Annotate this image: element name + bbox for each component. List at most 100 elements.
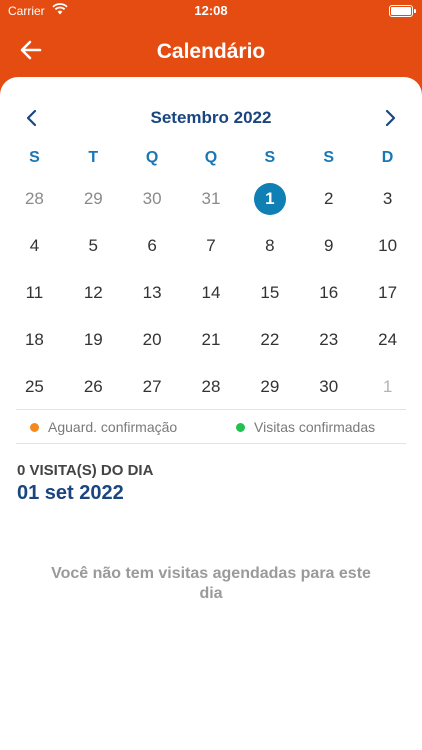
legend-confirmed: Visitas confirmadas (236, 419, 375, 435)
calendar-day[interactable]: 11 (5, 269, 64, 316)
content-sheet: Setembro 2022 S T Q Q S S D 28 29 30 31 1 2 3 4… (0, 77, 422, 750)
calendar-day[interactable]: 27 (123, 363, 182, 410)
calendar-day[interactable]: 12 (64, 269, 123, 316)
calendar-day-number: 8 (265, 235, 275, 255)
calendar-day[interactable]: 13 (123, 269, 182, 316)
calendar-day[interactable]: 18 (5, 316, 64, 363)
calendar-day-number: 2 (323, 188, 334, 208)
calendar-day[interactable]: 29 (64, 175, 123, 222)
calendar-day[interactable]: 23 (299, 316, 358, 363)
calendar-day-number: 27 (142, 376, 162, 396)
weekday-label: D (381, 149, 394, 166)
empty-state-message: Você não tem visitas agendadas para este… (51, 565, 371, 602)
calendar-day-number: 7 (206, 235, 216, 255)
calendar-day[interactable]: 25 (5, 363, 64, 410)
calendar-day[interactable]: 6 (123, 222, 182, 269)
legend-pending-label: Aguard. confirmação (48, 419, 178, 435)
calendar-day[interactable]: 3 (358, 175, 417, 222)
calendar-week-row: 18 19 20 21 22 23 24 (5, 316, 417, 363)
calendar-day-number: 6 (147, 235, 157, 255)
calendar-week-row: 28 29 30 31 1 2 3 (5, 175, 417, 222)
calendar-day-number: 15 (260, 282, 280, 302)
calendar-day[interactable]: 24 (358, 316, 417, 363)
visits-count: 0 VISITA(S) DO DIA (17, 462, 154, 479)
calendar-day-number: 29 (83, 188, 103, 208)
navigation-bar: Calendário (0, 22, 422, 78)
legend-pending: Aguard. confirmação (30, 419, 177, 435)
calendar-day[interactable]: 17 (358, 269, 417, 316)
calendar-day-number: 22 (260, 329, 280, 349)
calendar-day-number: 31 (201, 188, 221, 208)
calendar-day-number: 25 (24, 376, 44, 396)
month-label: Setembro 2022 (150, 108, 272, 127)
calendar-day[interactable]: 22 (240, 316, 299, 363)
calendar-day[interactable]: 31 (182, 175, 241, 222)
calendar-day-number: 1 (382, 376, 393, 396)
calendar-day[interactable]: 28 (5, 175, 64, 222)
calendar-day[interactable]: 19 (64, 316, 123, 363)
calendar-day[interactable]: 7 (182, 222, 241, 269)
calendar-day-number: 30 (142, 188, 162, 208)
calendar-day[interactable]: 28 (182, 363, 241, 410)
calendar-day-number: 17 (378, 282, 398, 302)
calendar-week-row: 4 5 6 7 8 9 10 (5, 222, 417, 269)
calendar-day-number: 23 (319, 329, 339, 349)
weekday-label: T (88, 149, 99, 166)
calendar-day[interactable]: 8 (240, 222, 299, 269)
calendar-day[interactable]: 14 (182, 269, 241, 316)
calendar-week-row: 25 26 27 28 29 30 1 (5, 363, 417, 410)
calendar-day-number: 1 (253, 182, 286, 215)
calendar-day-number: 19 (83, 329, 103, 349)
calendar-day[interactable]: 10 (358, 222, 417, 269)
calendar-day[interactable]: 21 (182, 316, 241, 363)
calendar-week-row: 11 12 13 14 15 16 17 (5, 269, 417, 316)
weekday-label: Q (145, 149, 159, 166)
calendar-day[interactable]: 4 (5, 222, 64, 269)
chevron-right-icon (385, 109, 396, 127)
calendar-day-number: 21 (201, 329, 221, 349)
calendar-day-number: 26 (83, 376, 103, 396)
calendar-day-number: 18 (24, 329, 44, 349)
calendar-day-number: 20 (142, 329, 162, 349)
calendar-day[interactable]: 20 (123, 316, 182, 363)
pending-dot-icon (30, 422, 39, 432)
weekday-label: S (29, 149, 40, 166)
battery-icon (389, 5, 416, 17)
weekday-label: S (323, 149, 335, 166)
calendar-day-number: 4 (29, 235, 40, 255)
calendar-day-number: 11 (25, 282, 44, 302)
calendar-day-number: 16 (319, 282, 339, 302)
calendar-day-number: 9 (323, 235, 334, 255)
calendar-day[interactable]: 2 (299, 175, 358, 222)
calendar-day-number: 14 (201, 282, 221, 302)
month-header: Setembro 2022 (0, 105, 422, 131)
calendar-day[interactable]: 30 (123, 175, 182, 222)
confirmed-dot-icon (236, 422, 245, 432)
calendar-day[interactable]: 9 (299, 222, 358, 269)
calendar-day-selected[interactable]: 1 (240, 175, 299, 222)
calendar-day[interactable]: 5 (64, 222, 123, 269)
calendar-day-number: 12 (83, 282, 103, 302)
legend-confirmed-label: Visitas confirmadas (254, 419, 376, 435)
calendar-day-number: 29 (260, 376, 280, 396)
calendar-day[interactable]: 16 (299, 269, 358, 316)
weekday-label: Q (204, 149, 218, 166)
weekday-label: S (264, 149, 276, 166)
next-month-button[interactable] (380, 107, 400, 129)
calendar-day[interactable]: 30 (299, 363, 358, 410)
calendar-grid: 28 29 30 31 1 2 3 4 5 6 7 8 9 10 11 12 13 14 15 16 17 18 19 20 2… (5, 175, 417, 410)
calendar-day[interactable]: 29 (240, 363, 299, 410)
calendar-day-number: 30 (319, 376, 339, 396)
page-title: Calendário (156, 40, 266, 63)
calendar-day-number: 3 (382, 188, 393, 208)
visits-date: 01 set 2022 (17, 482, 124, 504)
calendar-day-number: 5 (88, 235, 99, 255)
calendar-day-number: 13 (142, 282, 162, 302)
calendar-day[interactable]: 1 (358, 363, 417, 410)
status-bar: Carrier 12:08 (0, 0, 422, 22)
calendar-day[interactable]: 15 (240, 269, 299, 316)
calendar-day-number: 10 (378, 235, 398, 255)
status-time: 12:08 (194, 3, 228, 18)
calendar-day-number: 24 (378, 329, 398, 349)
calendar-day[interactable]: 26 (64, 363, 123, 410)
